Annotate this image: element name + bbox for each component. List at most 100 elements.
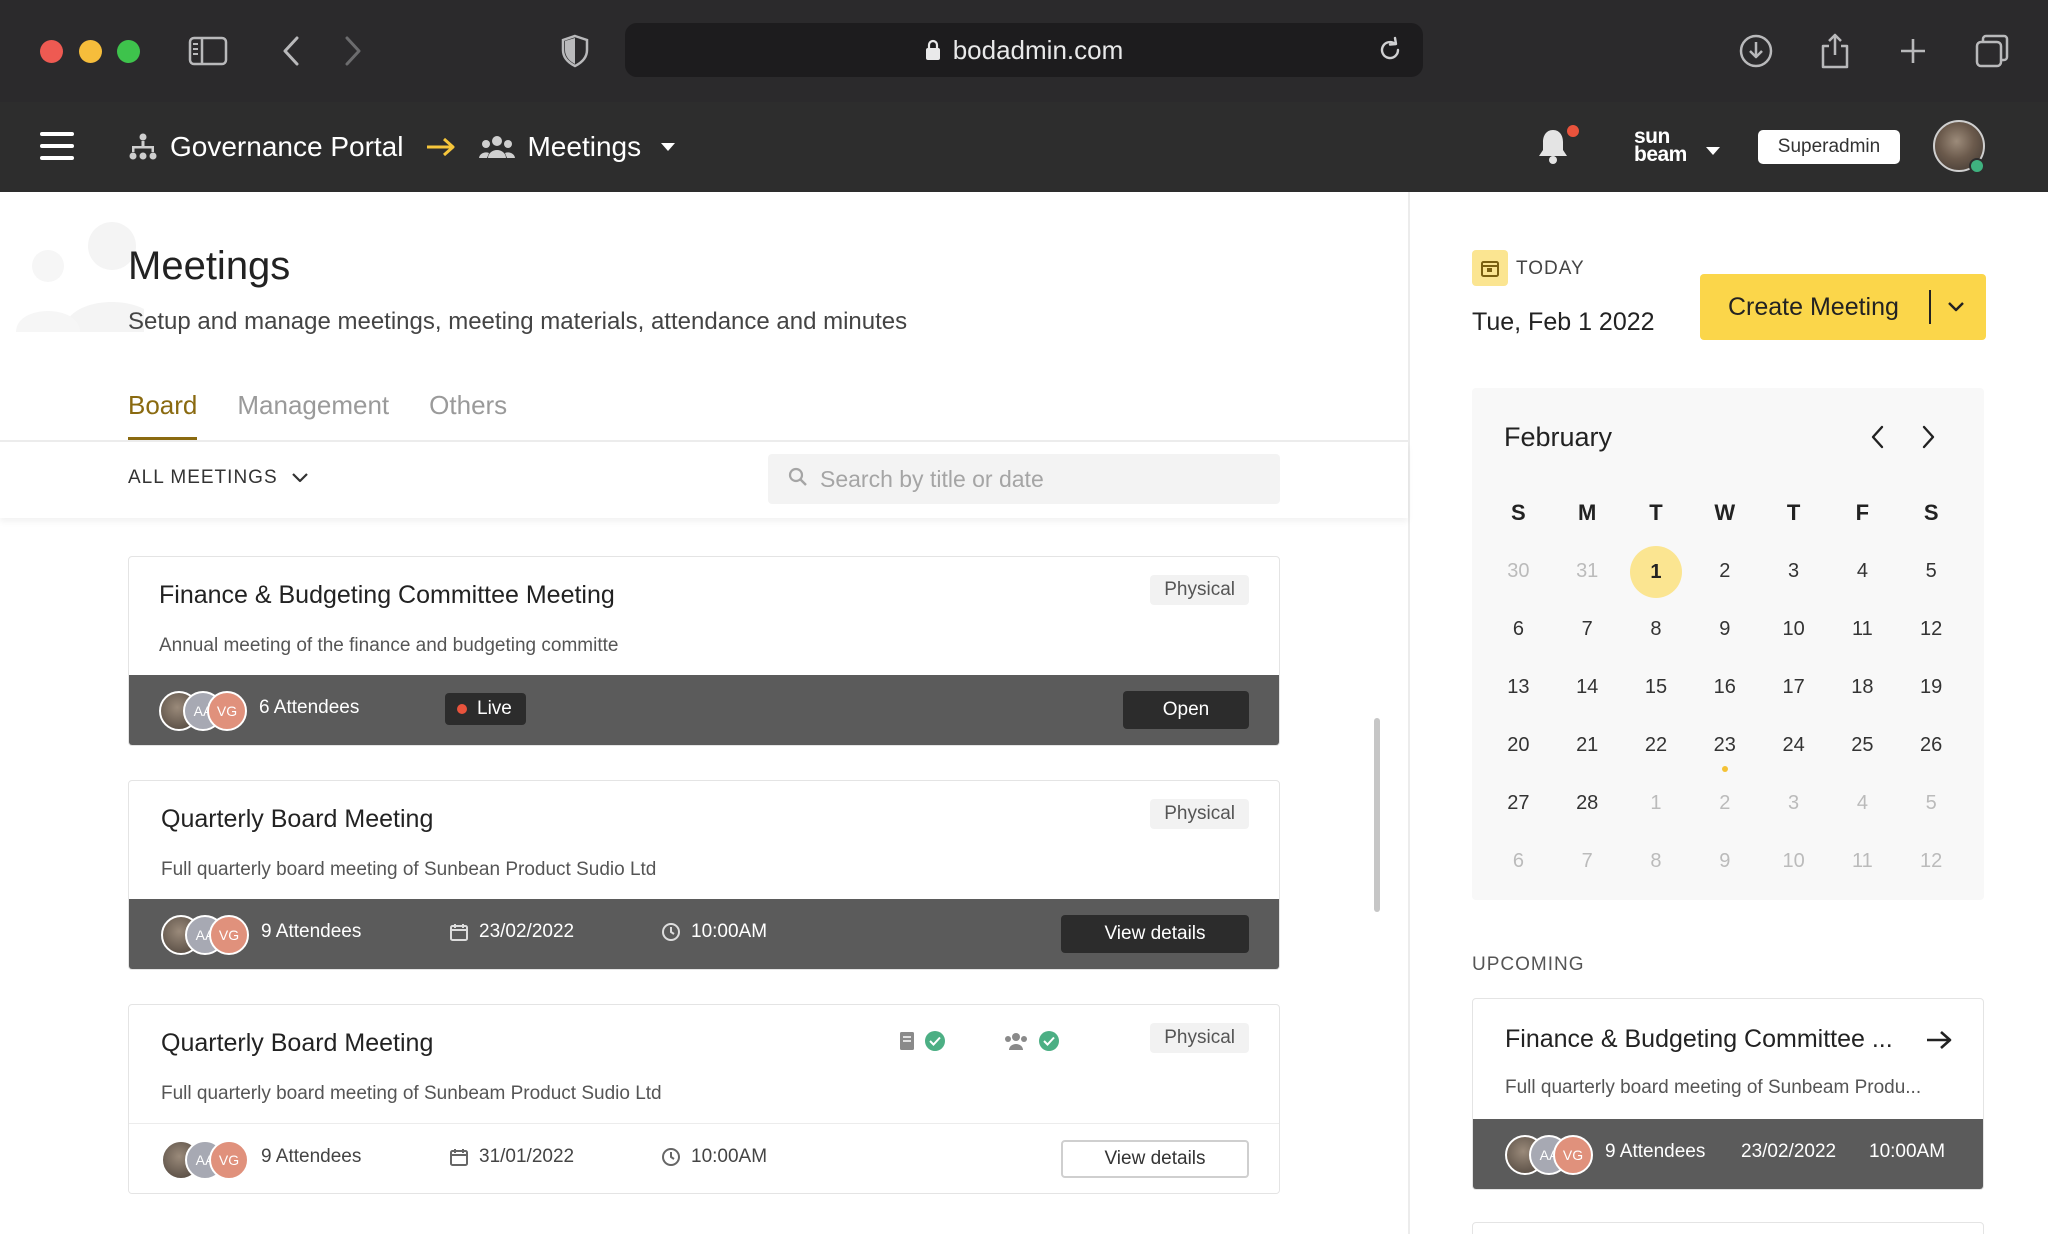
- calendar-day[interactable]: 5: [1897, 778, 1966, 828]
- attendee-avatars[interactable]: AA VG: [159, 691, 249, 731]
- upcoming-meeting-card[interactable]: Finance & Budgeting Committee ... Full q…: [1472, 998, 1984, 1190]
- attendance-icon: [1005, 1033, 1027, 1050]
- calendar-weekdays: S M T W T F S: [1484, 484, 1966, 542]
- company-logo[interactable]: sun beam: [1634, 126, 1687, 165]
- meeting-card[interactable]: Finance & Budgeting Committee Meeting An…: [128, 556, 1280, 746]
- chevron-left-icon[interactable]: [1868, 424, 1888, 455]
- calendar-day[interactable]: 27: [1484, 778, 1553, 828]
- hierarchy-icon: [128, 133, 158, 161]
- meeting-date: 23/02/2022: [449, 921, 574, 943]
- app-header: Governance Portal Meetings sun beam Supe…: [0, 102, 2048, 192]
- search-input[interactable]: [820, 465, 1260, 493]
- calendar-day[interactable]: 2: [1690, 546, 1759, 596]
- calendar-day[interactable]: 11: [1828, 604, 1897, 654]
- attendee-avatars[interactable]: AA VG: [161, 1140, 251, 1180]
- reload-icon[interactable]: [1377, 36, 1403, 71]
- clock-icon: [662, 1148, 680, 1166]
- calendar-day[interactable]: 9: [1690, 836, 1759, 886]
- calendar-day[interactable]: 12: [1897, 604, 1966, 654]
- upcoming-meeting-card[interactable]: [1472, 1222, 1984, 1234]
- arrow-right-icon: [425, 136, 457, 158]
- close-window-button[interactable]: [40, 40, 63, 63]
- calendar-day[interactable]: 15: [1622, 662, 1691, 712]
- calendar-day[interactable]: 9: [1690, 604, 1759, 654]
- calendar-day[interactable]: 24: [1759, 720, 1828, 770]
- tab-others[interactable]: Others: [429, 390, 507, 441]
- calendar-day[interactable]: 16: [1690, 662, 1759, 712]
- download-icon[interactable]: [1738, 30, 1774, 72]
- view-details-button[interactable]: View details: [1061, 915, 1249, 953]
- chevron-down-icon[interactable]: [1945, 296, 1967, 321]
- calendar-day[interactable]: 1: [1622, 778, 1691, 828]
- tab-management[interactable]: Management: [237, 390, 389, 441]
- search-icon: [788, 467, 808, 492]
- calendar-day[interactable]: 22: [1622, 720, 1691, 770]
- calendar-day[interactable]: 20: [1484, 720, 1553, 770]
- scrollbar[interactable]: [1374, 718, 1380, 912]
- calendar-day[interactable]: 6: [1484, 836, 1553, 886]
- calendar-day[interactable]: 3: [1759, 778, 1828, 828]
- meeting-card[interactable]: Quarterly Board Meeting Full quarterly b…: [128, 1004, 1280, 1194]
- caret-down-icon[interactable]: [659, 141, 677, 153]
- calendar-day[interactable]: 7: [1553, 604, 1622, 654]
- weekday-label: F: [1855, 500, 1870, 525]
- meeting-title: Quarterly Board Meeting: [161, 805, 434, 833]
- tab-board[interactable]: Board: [128, 390, 198, 441]
- attendee-avatars[interactable]: AA VG: [161, 915, 251, 955]
- calendar-day[interactable]: 3: [1759, 546, 1828, 596]
- attendee-avatars[interactable]: AA VG: [1505, 1135, 1595, 1175]
- meeting-time: 10:00AM: [661, 921, 767, 943]
- calendar-day[interactable]: 21: [1553, 720, 1622, 770]
- calendar-day[interactable]: 4: [1828, 778, 1897, 828]
- calendar-day[interactable]: 17: [1759, 662, 1828, 712]
- open-meeting-button[interactable]: Open: [1123, 691, 1249, 729]
- meeting-card[interactable]: Quarterly Board Meeting Full quarterly b…: [128, 780, 1280, 970]
- calendar-day[interactable]: 13: [1484, 662, 1553, 712]
- calendar-day[interactable]: 18: [1828, 662, 1897, 712]
- calendar-day[interactable]: 4: [1828, 546, 1897, 596]
- calendar-day[interactable]: 6: [1484, 604, 1553, 654]
- calendar-day[interactable]: 19: [1897, 662, 1966, 712]
- meeting-date: 31/01/2022: [449, 1146, 574, 1168]
- view-details-button[interactable]: View details: [1061, 1140, 1249, 1178]
- share-icon[interactable]: [1818, 30, 1852, 72]
- notification-bell-icon[interactable]: [1536, 126, 1570, 171]
- calendar-day[interactable]: 8: [1622, 836, 1691, 886]
- back-arrow-icon[interactable]: [280, 30, 302, 72]
- tab-overview-icon[interactable]: [1974, 30, 2010, 72]
- calendar-day[interactable]: 1: [1622, 546, 1691, 598]
- meeting-filter-dropdown[interactable]: ALL MEETINGS: [128, 467, 310, 489]
- weekday-label: T: [1649, 500, 1663, 525]
- create-meeting-button[interactable]: Create Meeting: [1700, 274, 1986, 340]
- zoom-window-button[interactable]: [117, 40, 140, 63]
- breadcrumb-portal[interactable]: Governance Portal: [170, 131, 403, 163]
- calendar-day[interactable]: 2: [1690, 778, 1759, 828]
- calendar-day[interactable]: 28: [1553, 778, 1622, 828]
- calendar-day[interactable]: 14: [1553, 662, 1622, 712]
- calendar-day[interactable]: 25: [1828, 720, 1897, 770]
- calendar-day[interactable]: 12: [1897, 836, 1966, 886]
- calendar-day[interactable]: 23: [1690, 720, 1759, 772]
- company-switch-caret-icon[interactable]: [1704, 144, 1722, 162]
- calendar-day[interactable]: 7: [1553, 836, 1622, 886]
- calendar-day[interactable]: 10: [1759, 604, 1828, 654]
- calendar-day[interactable]: 8: [1622, 604, 1691, 654]
- calendar-day[interactable]: 26: [1897, 720, 1966, 770]
- chevron-right-icon[interactable]: [1918, 424, 1938, 455]
- calendar-day[interactable]: 10: [1759, 836, 1828, 886]
- new-tab-plus-icon[interactable]: [1898, 30, 1928, 72]
- address-bar[interactable]: bodadmin.com: [625, 23, 1423, 77]
- page-title: Meetings: [128, 244, 291, 288]
- arrow-right-icon[interactable]: [1925, 1029, 1953, 1056]
- sidebar-toggle-icon[interactable]: [188, 30, 228, 72]
- menu-icon[interactable]: [40, 132, 74, 160]
- calendar-day[interactable]: 31: [1553, 546, 1622, 596]
- calendar-day[interactable]: 11: [1828, 836, 1897, 886]
- minimize-window-button[interactable]: [79, 40, 102, 63]
- check-icon: [925, 1031, 945, 1051]
- breadcrumb-section[interactable]: Meetings: [527, 131, 641, 163]
- calendar-day[interactable]: 30: [1484, 546, 1553, 596]
- calendar-day[interactable]: 5: [1897, 546, 1966, 596]
- privacy-shield-icon[interactable]: [560, 30, 590, 72]
- forward-arrow-icon[interactable]: [342, 30, 364, 72]
